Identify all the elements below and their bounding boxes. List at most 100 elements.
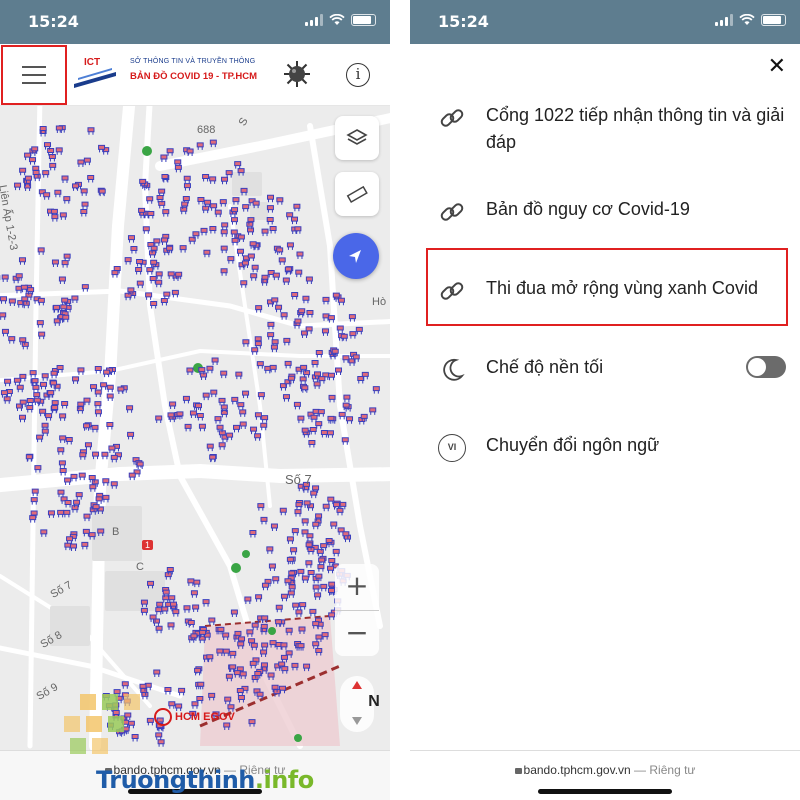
case-marker[interactable] (284, 266, 292, 275)
case-marker[interactable] (276, 247, 284, 255)
info-button[interactable]: i (346, 63, 370, 87)
case-marker[interactable] (306, 310, 314, 318)
case-marker[interactable] (4, 378, 12, 387)
case-marker[interactable] (8, 336, 16, 344)
case-marker[interactable] (318, 557, 326, 566)
case-marker[interactable] (218, 442, 226, 450)
case-marker[interactable] (305, 276, 313, 284)
case-marker[interactable] (310, 490, 318, 499)
case-marker[interactable] (51, 404, 59, 413)
case-marker[interactable] (214, 416, 222, 424)
case-marker[interactable] (102, 494, 110, 503)
case-marker[interactable] (124, 257, 132, 265)
case-marker[interactable] (169, 401, 177, 409)
case-marker[interactable] (47, 390, 55, 398)
case-marker[interactable] (269, 364, 277, 373)
case-marker[interactable] (283, 337, 291, 346)
case-marker[interactable] (261, 228, 269, 237)
case-marker[interactable] (87, 174, 95, 183)
case-marker[interactable] (301, 385, 309, 393)
locate-me-button[interactable] (333, 233, 379, 279)
case-marker[interactable] (295, 502, 303, 510)
case-marker[interactable] (306, 533, 314, 541)
case-marker[interactable] (328, 394, 336, 403)
case-marker[interactable] (291, 216, 299, 225)
case-marker[interactable] (317, 409, 325, 417)
case-marker[interactable] (220, 268, 228, 276)
case-marker[interactable] (242, 204, 250, 212)
case-marker[interactable] (267, 321, 275, 330)
case-marker[interactable] (83, 397, 91, 406)
case-marker[interactable] (305, 326, 313, 334)
case-marker[interactable] (157, 739, 165, 747)
case-marker[interactable] (209, 139, 217, 148)
case-marker[interactable] (202, 392, 210, 401)
case-marker[interactable] (8, 298, 16, 306)
menu-item-dark-mode[interactable]: Chế độ nền tối (436, 354, 786, 386)
case-marker[interactable] (75, 492, 83, 500)
case-marker[interactable] (297, 568, 305, 577)
case-marker[interactable] (161, 237, 169, 246)
case-marker[interactable] (209, 176, 217, 184)
case-marker[interactable] (316, 548, 324, 557)
covid-map[interactable]: 688 Liên Ấp 1-2-3 Số 7 Số 7 Số 8 Số 9 B … (0, 106, 390, 750)
case-marker[interactable] (294, 509, 302, 517)
case-marker[interactable] (266, 205, 274, 213)
case-marker[interactable] (237, 234, 245, 243)
case-marker[interactable] (197, 197, 205, 205)
case-marker[interactable] (293, 203, 301, 212)
case-marker[interactable] (127, 235, 135, 243)
case-marker[interactable] (83, 423, 91, 431)
case-marker[interactable] (268, 563, 276, 571)
case-marker[interactable] (183, 183, 191, 191)
case-marker[interactable] (214, 209, 222, 218)
case-marker[interactable] (220, 370, 228, 379)
case-marker[interactable] (242, 339, 250, 347)
case-marker[interactable] (260, 516, 268, 525)
case-marker[interactable] (309, 608, 317, 617)
case-marker[interactable] (108, 445, 116, 453)
case-marker[interactable] (62, 314, 70, 323)
case-marker[interactable] (210, 389, 218, 398)
case-marker[interactable] (136, 280, 144, 289)
case-marker[interactable] (58, 460, 66, 468)
case-marker[interactable] (48, 153, 56, 162)
case-marker[interactable] (92, 451, 100, 460)
case-marker[interactable] (51, 214, 59, 222)
case-marker[interactable] (269, 226, 277, 234)
case-marker[interactable] (127, 431, 135, 440)
case-marker[interactable] (155, 625, 163, 634)
case-marker[interactable] (90, 384, 98, 392)
case-marker[interactable] (299, 602, 307, 610)
case-marker[interactable] (89, 484, 97, 492)
case-marker[interactable] (255, 305, 263, 313)
case-marker[interactable] (255, 594, 263, 602)
case-marker[interactable] (261, 415, 269, 423)
case-marker[interactable] (183, 175, 191, 184)
case-marker[interactable] (251, 264, 259, 273)
case-marker[interactable] (308, 439, 316, 448)
case-marker[interactable] (155, 732, 163, 740)
case-marker[interactable] (91, 424, 99, 433)
case-marker[interactable] (196, 695, 204, 704)
case-marker[interactable] (41, 373, 49, 381)
case-marker[interactable] (42, 170, 50, 178)
case-marker[interactable] (209, 225, 217, 234)
case-marker[interactable] (254, 433, 262, 441)
case-marker[interactable] (232, 197, 240, 205)
case-marker[interactable] (220, 229, 228, 237)
case-marker[interactable] (161, 606, 169, 614)
case-marker[interactable] (272, 576, 280, 584)
case-marker[interactable] (190, 590, 198, 598)
case-marker[interactable] (187, 578, 195, 586)
case-marker[interactable] (257, 503, 265, 511)
case-marker[interactable] (234, 161, 242, 169)
case-marker[interactable] (286, 536, 294, 544)
case-marker[interactable] (236, 248, 244, 257)
case-marker[interactable] (135, 267, 143, 275)
case-marker[interactable] (172, 609, 180, 617)
case-marker[interactable] (179, 245, 187, 253)
case-marker[interactable] (146, 196, 154, 204)
case-marker[interactable] (21, 341, 29, 350)
case-marker[interactable] (55, 125, 63, 133)
